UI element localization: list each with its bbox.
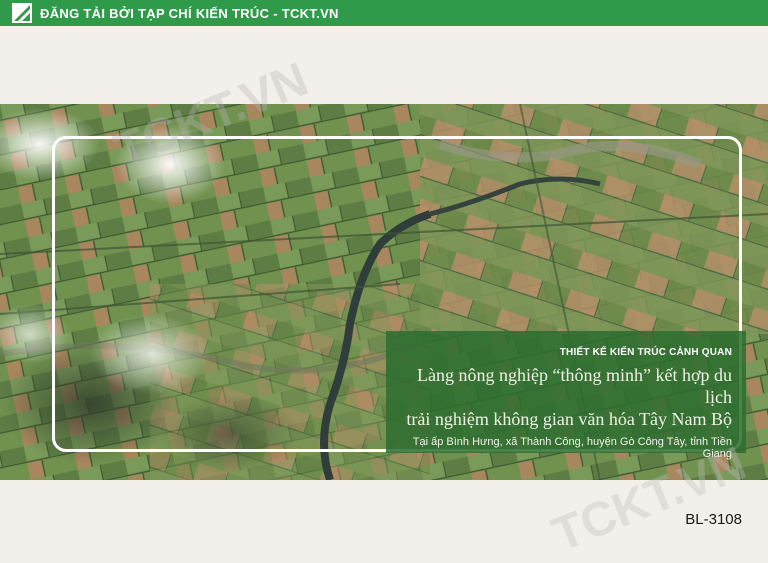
banner-title: ĐĂNG TẢI BỞI TẠP CHÍ KIẾN TRÚC - TCKT.VN [40,5,339,21]
tckt-logo-icon [12,3,32,23]
document-code: BL-3108 [685,511,742,528]
project-title-line-2: trải nghiệm không gian văn hóa Tây Nam B… [406,409,732,429]
top-banner: ĐĂNG TẢI BỞI TẠP CHÍ KIẾN TRÚC - TCKT.VN [0,0,768,26]
project-location: Tại ấp Bình Hưng, xã Thành Công, huyện G… [412,436,732,460]
category-label: THIẾT KẾ KIẾN TRÚC CẢNH QUAN [559,347,732,358]
project-title: Làng nông nghiệp “thông minh” kết hợp du… [400,364,732,430]
project-title-line-1: Làng nông nghiệp “thông minh” kết hợp du… [417,365,732,407]
info-panel: THIẾT KẾ KIẾN TRÚC CẢNH QUAN Làng nông n… [386,331,746,460]
